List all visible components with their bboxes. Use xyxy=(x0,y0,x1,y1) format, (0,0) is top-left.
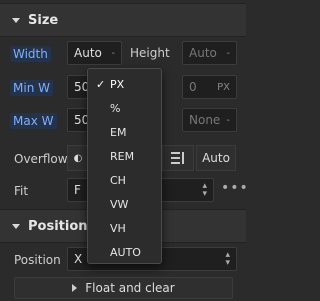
width-label[interactable]: Width xyxy=(10,46,51,62)
min-height-unit[interactable]: PX xyxy=(217,82,230,93)
unit-option-vh[interactable]: VH xyxy=(88,216,163,240)
select-arrows-icon: ▴ ▾ xyxy=(202,181,207,199)
fit-value: F xyxy=(74,183,81,197)
width-input[interactable]: Auto - xyxy=(67,41,122,65)
unit-option-ch[interactable]: CH xyxy=(88,168,163,192)
unit-option-em[interactable]: EM xyxy=(88,120,163,144)
max-height-input[interactable]: None - xyxy=(182,108,237,132)
overflow-auto-label: Auto xyxy=(202,151,230,165)
position-value: X xyxy=(74,252,83,266)
size-section-title: Size xyxy=(28,12,59,28)
min-height-value: 0 xyxy=(189,80,197,94)
overflow-auto-button[interactable]: Auto xyxy=(196,145,236,171)
width-unit-suffix[interactable]: - xyxy=(111,48,115,59)
more-options-icon[interactable]: ••• xyxy=(221,180,249,196)
size-section-header[interactable]: Size xyxy=(0,3,246,37)
collapse-caret-icon xyxy=(12,17,20,23)
expand-caret-icon xyxy=(72,284,78,292)
unit-option-percent[interactable]: % xyxy=(88,96,163,120)
position-section-title: Position xyxy=(28,218,88,234)
unit-option-label: VW xyxy=(110,197,129,211)
overflow-scroll-button[interactable] xyxy=(162,145,194,171)
unit-option-label: CH xyxy=(110,173,126,187)
unit-option-px[interactable]: ✓ PX xyxy=(88,72,163,96)
unit-option-label: REM xyxy=(110,149,135,163)
unit-option-label: % xyxy=(110,101,121,115)
unit-option-rem[interactable]: REM xyxy=(88,144,163,168)
style-panel: Size Width Auto - Height Auto - Min W 50… xyxy=(0,0,249,301)
fit-label: Fit xyxy=(14,184,29,198)
max-height-value: None xyxy=(189,113,221,127)
height-unit-suffix[interactable]: - xyxy=(226,48,230,59)
unit-option-label: AUTO xyxy=(110,245,141,259)
eye-icon: ◐ xyxy=(73,152,83,164)
unit-option-label: VH xyxy=(110,221,126,235)
overflow-visible-button[interactable]: ◐ xyxy=(67,145,89,171)
min-width-label[interactable]: Min W xyxy=(10,80,53,96)
position-label: Position xyxy=(14,253,61,267)
min-height-input[interactable]: 0 PX xyxy=(182,75,237,99)
unit-dropdown-menu: ✓ PX % EM REM CH VW VH AUTO xyxy=(87,68,162,264)
max-width-label[interactable]: Max W xyxy=(10,113,57,129)
unit-option-auto[interactable]: AUTO xyxy=(88,240,163,264)
checkmark-icon: ✓ xyxy=(96,77,106,91)
unit-option-label: PX xyxy=(110,77,125,91)
height-input[interactable]: Auto - xyxy=(182,41,237,65)
width-value: Auto xyxy=(74,46,102,60)
scroll-icon xyxy=(171,152,184,164)
float-and-clear-toggle[interactable]: Float and clear xyxy=(14,277,233,299)
height-label[interactable]: Height xyxy=(130,46,170,60)
collapse-caret-icon xyxy=(12,223,20,229)
height-value: Auto xyxy=(189,46,217,60)
unit-option-label: EM xyxy=(110,125,127,139)
max-height-unit-suffix[interactable]: - xyxy=(226,115,230,126)
select-arrows-icon: ▴ ▾ xyxy=(225,250,230,268)
unit-option-vw[interactable]: VW xyxy=(88,192,163,216)
float-and-clear-label: Float and clear xyxy=(85,281,175,295)
overflow-label: Overflow xyxy=(14,152,68,166)
